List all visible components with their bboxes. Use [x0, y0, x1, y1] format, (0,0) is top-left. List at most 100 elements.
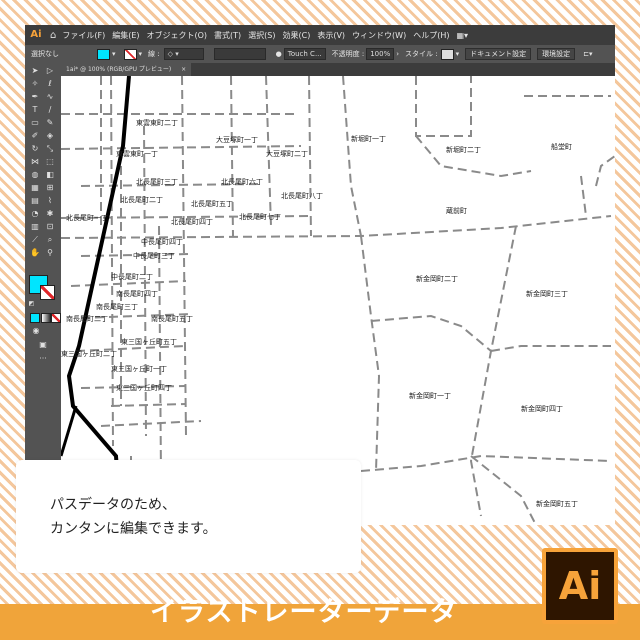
menu-file[interactable]: ファイル(F): [62, 30, 105, 41]
map-label: 北長尾町一丁: [66, 214, 108, 222]
menu-window[interactable]: ウィンドウ(W): [352, 30, 406, 41]
map-label: 東三国ヶ丘町四丁: [116, 383, 172, 392]
slice-tool-icon[interactable]: ⟋: [29, 234, 41, 246]
fill-dropdown-icon[interactable]: ▾: [112, 50, 116, 58]
width-tool-icon[interactable]: ⋈: [29, 156, 41, 168]
fill-swatch[interactable]: [97, 48, 110, 60]
map-label: 東三国ヶ丘町五丁: [121, 337, 177, 346]
stroke-color-box[interactable]: [40, 285, 55, 300]
workspace-switcher-icon[interactable]: ▦▾: [456, 31, 468, 40]
live-paint-tool-icon[interactable]: ◧: [44, 169, 56, 181]
curvature-tool-icon[interactable]: ∿: [44, 91, 56, 103]
selection-tool-icon[interactable]: ➤: [29, 65, 41, 77]
callout-line-1: パスデータのため、: [50, 497, 176, 513]
shaper-tool-icon[interactable]: ✐: [29, 130, 41, 142]
style-dropdown-icon[interactable]: ▾: [456, 50, 460, 58]
artboard-tool-icon[interactable]: ⊡: [44, 221, 56, 233]
home-icon[interactable]: ⌂: [50, 30, 56, 41]
gradient-mode-button[interactable]: [41, 313, 51, 323]
pen-tool-icon[interactable]: ✒: [29, 91, 41, 103]
map-label: 新堀町二丁: [446, 145, 481, 154]
type-tool-icon[interactable]: T: [29, 104, 41, 116]
more-tools-icon[interactable]: ···: [37, 353, 49, 365]
boundary-line-short: [61, 405, 78, 457]
opacity-arrow-icon[interactable]: ›: [396, 50, 399, 58]
scale-tool-icon[interactable]: ⤡: [44, 143, 56, 155]
stroke-dropdown-icon[interactable]: ▾: [139, 50, 143, 58]
hand-tool-icon[interactable]: ✋: [29, 247, 41, 259]
direct-selection-tool-icon[interactable]: ▷: [44, 65, 56, 77]
rectangle-tool-icon[interactable]: ▭: [29, 117, 41, 129]
document-settings-button[interactable]: ドキュメント設定: [465, 48, 532, 60]
none-mode-button[interactable]: [51, 313, 61, 323]
opacity-field[interactable]: 100%: [366, 48, 395, 60]
menu-help[interactable]: ヘルプ(H): [413, 30, 449, 41]
stroke-weight-field[interactable]: ◇ ▾: [163, 48, 204, 60]
map-label: 東雲東町一丁: [116, 149, 158, 158]
screen-mode-icon[interactable]: ▣: [37, 339, 49, 351]
illustrator-window: Ai ⌂ ファイル(F) 編集(E) オブジェクト(O) 書式(T) 選択(S)…: [25, 25, 615, 525]
column-graph-tool-icon[interactable]: ▥: [29, 221, 41, 233]
menu-type[interactable]: 書式(T): [214, 30, 241, 41]
artboard-canvas[interactable]: 東雲東町二丁 東雲東町一丁 大豆塚町一丁 大豆塚町二丁 新堀町一丁 新堀町二丁 船堂町 北長尾…: [61, 76, 615, 525]
menu-effect[interactable]: 効果(C): [283, 30, 311, 41]
brush-field[interactable]: Touch C...: [283, 48, 326, 60]
map-label: 南長尾町四丁: [116, 289, 158, 298]
control-bar: 選択なし ▾ ▾ 線 : ◇ ▾ ● Touch C... 不透明度 : 100…: [25, 45, 615, 63]
map-label: 北長尾町五丁: [191, 200, 233, 208]
shape-builder-tool-icon[interactable]: ◍: [29, 169, 41, 181]
menu-select[interactable]: 選択(S): [248, 30, 275, 41]
menu-edit[interactable]: 編集(E): [112, 30, 139, 41]
blend-tool-icon[interactable]: ◔: [29, 208, 41, 220]
style-swatch[interactable]: [440, 48, 454, 60]
footer-title: イラストレーターデータ: [150, 597, 458, 628]
app-logo: Ai: [30, 29, 42, 40]
map-label: 蔵前町: [446, 206, 467, 215]
free-transform-tool-icon[interactable]: ⬚: [44, 156, 56, 168]
feature-callout: パスデータのため、 カンタンに編集できます。: [16, 460, 361, 573]
menu-object[interactable]: オブジェクト(O): [147, 30, 208, 41]
selection-status: 選択なし: [31, 50, 59, 58]
line-tool-icon[interactable]: ∕: [44, 104, 56, 116]
zoom-tool-icon[interactable]: ⌕: [44, 234, 56, 246]
map-label: 新金岡町二丁: [416, 274, 458, 283]
arrange-icon[interactable]: ⊏▾: [583, 50, 592, 58]
color-mode-button[interactable]: [30, 313, 40, 323]
opacity-label[interactable]: 不透明度 :: [332, 49, 365, 59]
map-label: 新堀町一丁: [351, 134, 386, 143]
lasso-tool-icon[interactable]: ℓ: [44, 78, 56, 90]
eraser-tool-icon[interactable]: ◈: [44, 130, 56, 142]
stroke-swatch[interactable]: [123, 48, 137, 60]
map-artwork: 東雲東町二丁東雲東町一丁 大豆塚町一丁大豆塚町二丁 新堀町一丁新堀町二丁 船堂町北長尾…: [61, 76, 615, 525]
close-icon[interactable]: ×: [181, 66, 186, 73]
eyedropper-tool-icon[interactable]: ⌇: [44, 195, 56, 207]
magic-wand-tool-icon[interactable]: ✧: [29, 78, 41, 90]
map-label: 新金岡町五丁: [536, 499, 578, 508]
map-label: 南長尾町三丁: [96, 302, 138, 311]
document-tab-title: 1ai* @ 100% (RGB/GPU プレビュー): [66, 66, 172, 73]
variable-width-field[interactable]: [213, 48, 266, 60]
map-label: 大豆塚町二丁: [266, 149, 308, 158]
map-label: 新金岡町一丁: [409, 391, 451, 400]
preferences-button[interactable]: 環境設定: [537, 48, 576, 60]
paintbrush-tool-icon[interactable]: ✎: [44, 117, 56, 129]
district-boundaries: [61, 76, 615, 525]
symbol-sprayer-tool-icon[interactable]: ✱: [44, 208, 56, 220]
rotate-tool-icon[interactable]: ↻: [29, 143, 41, 155]
document-tab-bar: 1ai* @ 100% (RGB/GPU プレビュー) ×: [61, 63, 615, 76]
map-label: 船堂町: [551, 142, 572, 151]
default-colors-icon[interactable]: ◩: [27, 299, 36, 308]
magnify-tool-icon[interactable]: ⚲: [44, 247, 56, 259]
draw-mode-icon[interactable]: ◉: [30, 325, 42, 337]
map-label: 東三国ヶ丘町二丁: [61, 349, 117, 358]
map-label: 東雲東町二丁: [136, 118, 178, 127]
illustrator-logo: Ai: [542, 548, 618, 624]
stroke-label: 線 :: [148, 50, 160, 58]
menu-view[interactable]: 表示(V): [317, 30, 345, 41]
mesh-tool-icon[interactable]: ⊞: [44, 182, 56, 194]
menu-bar: Ai ⌂ ファイル(F) 編集(E) オブジェクト(O) 書式(T) 選択(S)…: [25, 25, 615, 45]
perspective-grid-tool-icon[interactable]: ▦: [29, 182, 41, 194]
map-label: 北長尾町二丁: [121, 196, 163, 204]
gradient-tool-icon[interactable]: ▤: [29, 195, 41, 207]
document-tab[interactable]: 1ai* @ 100% (RGB/GPU プレビュー) ×: [61, 63, 192, 76]
